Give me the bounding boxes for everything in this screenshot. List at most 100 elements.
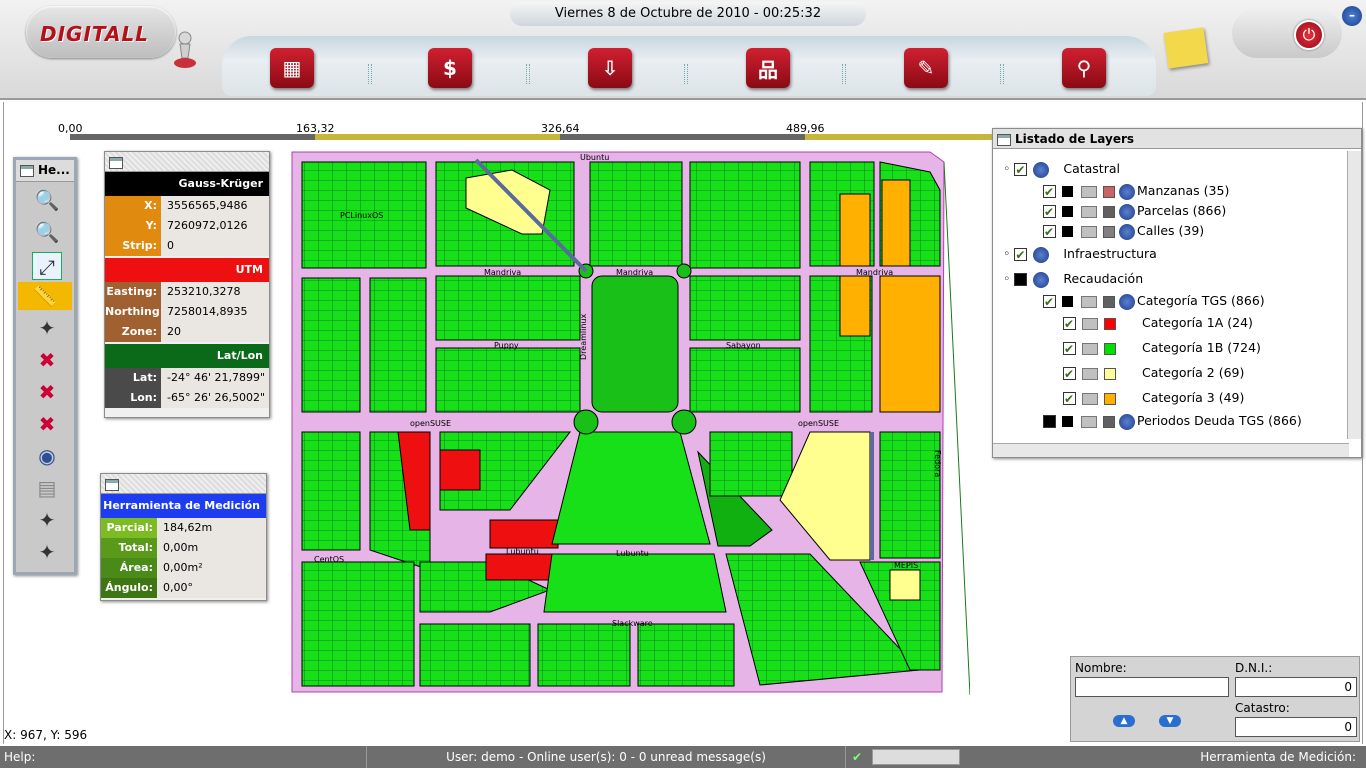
refresh-icon [1119, 293, 1135, 310]
roundabout [573, 409, 599, 435]
map-pin-icon[interactable]: ⚲ [1062, 48, 1106, 88]
refresh-icon [1119, 183, 1135, 200]
layer-item[interactable]: ◦ Infraestructura [1003, 244, 1157, 265]
coordinates-panel: Gauss-Krüger X: 3556565,9486 Y: 7260972,01… [104, 151, 270, 418]
download-icon[interactable]: ⇩ [588, 48, 632, 88]
layer-item[interactable]: Parcelas (866) [1043, 201, 1226, 222]
layer-item[interactable]: ◦ Recaudación [1003, 269, 1143, 289]
catastro-input[interactable]: 0 [1235, 717, 1357, 737]
city-map[interactable]: Ubuntu PCLinuxOS Mandriva Mandriva Mandr… [290, 150, 970, 695]
angulo-value: 0,00° [157, 578, 266, 598]
tools-icon[interactable]: ✖ [32, 346, 62, 374]
power-icon[interactable]: ⏻ [1294, 20, 1324, 50]
tools-icon[interactable]: ✖ [32, 410, 62, 438]
compass-icon[interactable]: ◉ [32, 442, 62, 470]
window-icon [20, 164, 34, 177]
area-value: 0,00m² [157, 558, 266, 578]
sticky-notes-icon[interactable] [1163, 27, 1209, 69]
document-edit-icon[interactable]: ✎ [904, 48, 948, 88]
power-container [1232, 8, 1342, 58]
layer-item[interactable]: ◦ Catastral [1003, 159, 1120, 180]
fit-extent-icon[interactable]: ⤢ [32, 252, 62, 280]
measurement-header: Herramienta de Medición [101, 494, 266, 518]
nombre-input[interactable] [1075, 677, 1229, 697]
tools-icon[interactable]: ✖ [32, 378, 62, 406]
nav-separator [368, 64, 372, 84]
coordinates-title-bar[interactable] [105, 152, 269, 172]
street-label: Puppy [494, 341, 519, 350]
street-label: openSUSE [798, 419, 839, 428]
block-cat1a [489, 519, 559, 549]
vertical-scrollbar[interactable] [1347, 151, 1361, 439]
gk-strip-value: 0 [161, 236, 269, 256]
printer-icon [1081, 295, 1097, 308]
printer-icon [1081, 185, 1097, 198]
block-cat1a [439, 449, 481, 491]
block-cat3 [881, 179, 911, 267]
block [709, 431, 793, 497]
status-bar: Help: User: demo - Online user(s): 0 - 0… [0, 746, 1366, 768]
block-cat1a [485, 553, 553, 581]
money-icon[interactable]: $ [428, 48, 472, 88]
horizontal-scrollbar[interactable] [993, 443, 1349, 457]
layer-item[interactable]: Categoría 1A (24) [1063, 313, 1253, 334]
street-label: Lubuntu [506, 547, 539, 556]
layer-item[interactable]: Categoría TGS (866) [1043, 291, 1265, 312]
street-label: Mandriva [856, 268, 893, 277]
printer-icon[interactable]: ▤ [32, 474, 62, 502]
street-label: MEPIS [894, 561, 918, 570]
catastro-label: Catastro: [1235, 701, 1290, 715]
org-chart-icon[interactable]: 品 [746, 48, 790, 88]
layer-item[interactable]: Categoría 3 (49) [1063, 388, 1244, 409]
add-layer-icon [1033, 161, 1050, 178]
layer-item[interactable]: Calles (39) [1043, 221, 1204, 242]
layer-item[interactable]: Categoría 2 (69) [1063, 363, 1244, 384]
zoom-in-icon[interactable]: 🔍 [32, 186, 62, 214]
dni-input[interactable]: 0 [1235, 677, 1357, 697]
magic-wand-icon[interactable]: ✦ [32, 314, 62, 342]
measurement-panel: Herramienta de Medición Parcial: 184,62m … [100, 473, 267, 601]
tool-status: Herramienta de Medición: [1200, 750, 1356, 764]
layer-item[interactable]: Manzanas (35) [1043, 181, 1229, 202]
layer-item[interactable]: Periodos Deuda TGS (866) [1043, 411, 1302, 431]
magic-wand-icon[interactable]: ✦ [32, 506, 62, 534]
layer-list-title[interactable]: Listado de Layers [993, 129, 1361, 149]
user-status: User: demo - Online user(s): 0 - 0 unrea… [366, 746, 846, 768]
measure-line [943, 161, 970, 695]
zoom-out-icon[interactable]: 🔍 [32, 218, 62, 246]
block [689, 275, 801, 341]
minimize-button[interactable]: – [1342, 6, 1362, 26]
block [879, 431, 941, 559]
next-arrow-icon[interactable]: ▼ [1159, 715, 1181, 727]
magic-wand-icon[interactable]: ✦ [32, 538, 62, 566]
roundabout [671, 409, 697, 435]
block [435, 347, 581, 413]
printer-icon [1082, 342, 1098, 355]
datetime-display: Viernes 8 de Octubre de 2010 - 00:25:32 [510, 2, 866, 26]
block [301, 431, 361, 551]
printer-icon [1081, 415, 1097, 428]
street-label: Dreamlinux [579, 314, 588, 360]
tool-palette-title: He... [16, 160, 74, 182]
measurement-title-bar[interactable] [101, 474, 266, 494]
nombre-label: Nombre: [1075, 661, 1127, 675]
ruler-icon[interactable]: 📏 [18, 282, 72, 310]
block-cat3 [839, 193, 871, 267]
previous-arrow-icon[interactable]: ▲ [1113, 715, 1135, 727]
add-layer-icon [1033, 271, 1050, 288]
roundabout [676, 263, 692, 279]
pawn-icon[interactable] [172, 30, 198, 70]
layer-item[interactable]: Categoría 1B (724) [1063, 338, 1261, 359]
block [419, 623, 531, 687]
printer-icon [1081, 205, 1097, 218]
street-label: CentOS [314, 555, 344, 564]
coord-row: Y: 7260972,0126 [105, 216, 269, 236]
refresh-icon [1119, 223, 1135, 240]
refresh-icon [1119, 203, 1135, 220]
calculator-icon[interactable]: ▦ [270, 48, 314, 88]
printer-icon [1082, 367, 1098, 380]
block-cat2 [889, 569, 921, 601]
block [689, 347, 801, 413]
latlon-header: Lat/Lon [105, 344, 269, 368]
gk-y-value: 7260972,0126 [161, 216, 269, 236]
